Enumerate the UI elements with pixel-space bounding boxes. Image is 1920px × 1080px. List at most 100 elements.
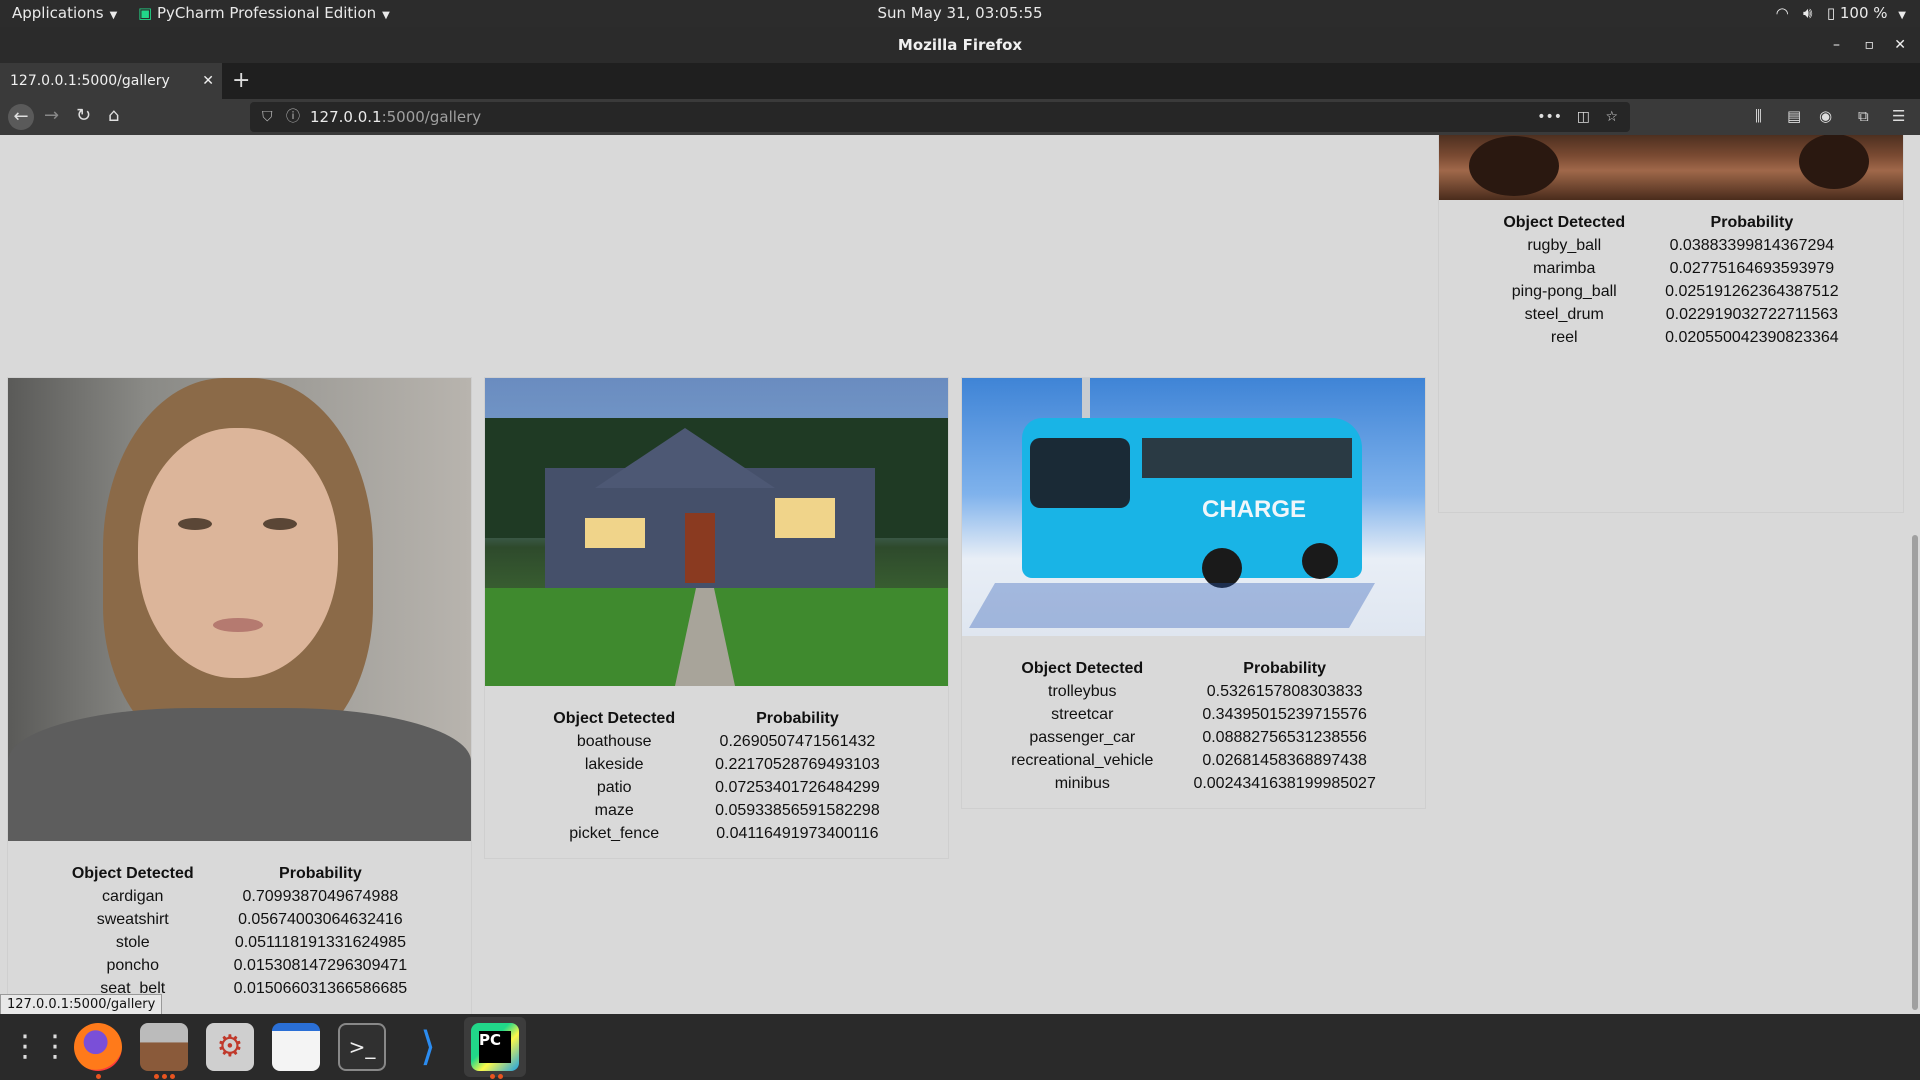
table-row: cardigan 0.7099387049674988 — [52, 885, 427, 908]
terminal-icon[interactable]: >_ — [338, 1023, 386, 1071]
detection-table: Object Detected Probability cardigan 0.70… — [52, 861, 427, 1000]
gallery-card: Object Detected Probability cardigan 0.70… — [7, 377, 472, 1014]
maximize-icon[interactable]: ▫ — [1865, 27, 1875, 63]
table-row: trolleybus 0.5326157808303833 — [991, 680, 1396, 703]
table-row: reel 0.020550042390823364 — [1483, 326, 1858, 349]
col-header-object: Object Detected — [1503, 214, 1626, 231]
probability-cell: 0.015308147296309471 — [233, 956, 408, 974]
settings-tools-icon[interactable]: ⚙ — [206, 1023, 254, 1071]
probability-cell: 0.34395015239715576 — [1202, 705, 1367, 723]
col-header-object: Object Detected — [553, 710, 676, 727]
table-row: recreational_vehicle 0.02681458368897438 — [991, 749, 1396, 772]
minimize-icon[interactable]: – — [1833, 27, 1840, 63]
bus-side-text: CHARGE — [1202, 496, 1307, 523]
probability-cell: 0.05933856591582298 — [715, 801, 880, 819]
account-icon[interactable]: ◉ — [1819, 107, 1832, 125]
back-button[interactable]: ← — [8, 104, 34, 130]
gallery-card: CHARGE Object Detected Probability troll… — [961, 377, 1426, 809]
tab-gallery[interactable]: 127.0.0.1:5000/gallery ✕ — [0, 63, 222, 99]
system-tray[interactable]: ◠ 🔊︎ ▯ 100 % ▼ — [1776, 4, 1906, 22]
show-apps-icon[interactable]: ⋮⋮⋮ — [10, 1023, 100, 1071]
table-row: steel_drum 0.022919032722711563 — [1483, 303, 1858, 326]
clock[interactable]: Sun May 31, 03:05:55 — [0, 4, 1920, 22]
url-text[interactable]: 127.0.0.1:5000/gallery — [310, 102, 481, 132]
table-row: streetcar 0.34395015239715576 — [991, 703, 1396, 726]
object-cell: recreational_vehicle — [1011, 751, 1154, 769]
object-cell: passenger_car — [1029, 728, 1136, 746]
vscode-icon[interactable]: ⟩ — [404, 1023, 452, 1071]
table-row: marimba 0.02775164693593979 — [1483, 257, 1858, 280]
detection-table: Object Detected Probability boathouse 0.2… — [533, 706, 899, 845]
object-cell: minibus — [1054, 774, 1110, 792]
bookmark-star-icon[interactable]: ☆ — [1605, 102, 1618, 132]
table-row: rugby_ball 0.03883399814367294 — [1483, 234, 1858, 257]
object-cell: marimba — [1533, 259, 1596, 277]
link-status-tooltip: 127.0.0.1:5000/gallery — [0, 994, 163, 1016]
close-window-icon[interactable]: ✕ — [1894, 27, 1906, 63]
object-cell: trolleybus — [1048, 682, 1117, 700]
more-actions-icon[interactable]: ••• — [1537, 102, 1562, 132]
probability-cell: 0.07253401726484299 — [715, 778, 880, 796]
dock: ⋮⋮⋮ ⚙ >_ ⟩ PC — [0, 1014, 1920, 1080]
shield-icon[interactable]: ⛉ — [262, 102, 273, 132]
col-header-probability: Probability — [279, 865, 362, 882]
pycharm-icon-label: PC — [479, 1031, 511, 1063]
probability-cell: 0.05674003064632416 — [238, 910, 403, 928]
table-row: picket_fence 0.04116491973400116 — [533, 822, 899, 845]
woman-portrait-photo — [8, 378, 471, 841]
object-cell: reel — [1550, 328, 1578, 346]
probability-cell: 0.22170528769493103 — [715, 755, 880, 773]
page-scrollbar[interactable] — [1912, 535, 1918, 1010]
pycharm-icon[interactable]: PC — [471, 1023, 519, 1071]
archive-manager-icon[interactable] — [140, 1023, 188, 1071]
home-button[interactable]: ⌂ — [108, 105, 119, 126]
text-editor-icon[interactable] — [272, 1023, 320, 1071]
library-icon[interactable]: ⫼ — [1755, 107, 1762, 125]
url-path: :5000/gallery — [381, 108, 482, 126]
object-cell: poncho — [106, 956, 159, 974]
table-row: lakeside 0.22170528769493103 — [533, 753, 899, 776]
table-row: passenger_car 0.08882756531238556 — [991, 726, 1396, 749]
object-cell: steel_drum — [1524, 305, 1604, 323]
col-header-probability: Probability — [1243, 660, 1326, 677]
table-row: maze 0.05933856591582298 — [533, 799, 899, 822]
sidebar-icon[interactable]: ▤ — [1787, 107, 1801, 125]
probability-cell: 0.2690507471561432 — [719, 732, 876, 750]
menu-hamburger-icon[interactable]: ☰ — [1892, 107, 1905, 125]
firefox-icon[interactable] — [74, 1023, 122, 1071]
tab-strip: 127.0.0.1:5000/gallery ✕ + — [0, 63, 1920, 99]
detection-table: Object Detected Probability rugby_ball 0.… — [1483, 210, 1858, 349]
extensions-icon[interactable]: ⧉ — [1858, 107, 1869, 125]
running-indicator — [170, 1074, 175, 1079]
table-row: ping-pong_ball 0.025191262364387512 — [1483, 280, 1858, 303]
info-icon[interactable]: ⓘ — [286, 102, 300, 132]
volume-icon: 🔊︎ — [1803, 4, 1813, 22]
object-cell: boathouse — [576, 732, 652, 750]
system-top-bar: Applications ▼ ▣ PyCharm Professional Edi… — [0, 0, 1920, 27]
address-bar[interactable]: ⛉ ⓘ 127.0.0.1:5000/gallery ••• ◫ ☆ — [250, 102, 1630, 132]
table-row: patio 0.07253401726484299 — [533, 776, 899, 799]
object-cell: stole — [115, 933, 150, 951]
running-indicator — [96, 1074, 101, 1079]
object-cell: streetcar — [1051, 705, 1114, 723]
chevron-down-icon: ▼ — [1898, 10, 1906, 21]
new-tab-button[interactable]: + — [232, 63, 250, 99]
probability-cell: 0.025191262364387512 — [1665, 282, 1839, 300]
col-header-probability: Probability — [1710, 214, 1794, 231]
col-header-object: Object Detected — [71, 865, 194, 882]
object-cell: lakeside — [584, 755, 644, 773]
probability-cell: 0.02775164693593979 — [1669, 259, 1835, 277]
running-indicator — [162, 1074, 167, 1079]
forward-button[interactable]: → — [44, 105, 59, 126]
running-indicator — [490, 1074, 495, 1079]
house-photo — [485, 378, 948, 686]
pocket-icon[interactable]: ◫ — [1577, 102, 1590, 132]
arms-crossed-photo — [1439, 135, 1903, 200]
reload-button[interactable]: ↻ — [76, 105, 91, 126]
probability-cell: 0.0024341638199985027 — [1193, 774, 1376, 792]
probability-cell: 0.04116491973400116 — [716, 824, 879, 842]
probability-cell: 0.015066031366586685 — [233, 979, 408, 997]
running-indicator — [498, 1074, 503, 1079]
close-tab-icon[interactable]: ✕ — [202, 63, 214, 99]
probability-cell: 0.051118191331624985 — [234, 933, 406, 951]
